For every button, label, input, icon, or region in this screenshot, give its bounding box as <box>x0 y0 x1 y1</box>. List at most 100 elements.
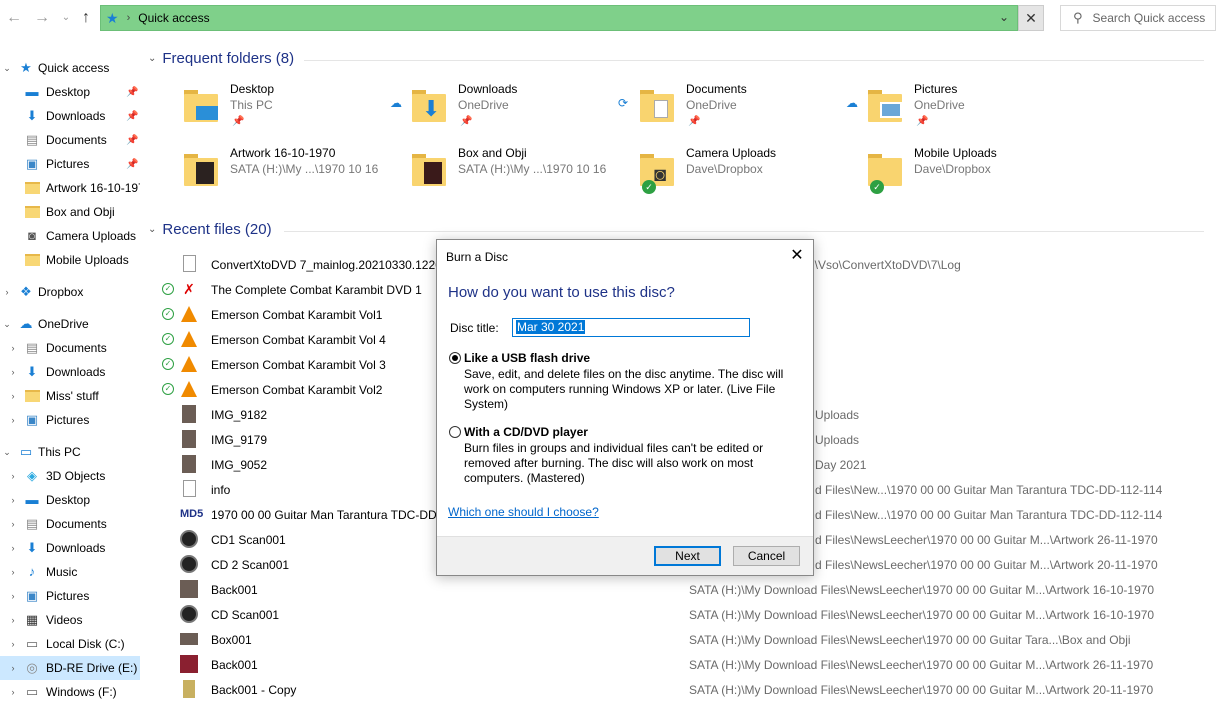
search-box[interactable]: ⚲ Search Quick access <box>1060 5 1216 31</box>
close-icon[interactable]: ✕ <box>785 244 809 268</box>
sidebar-item-artwork[interactable]: Artwork 16-10-1970 <box>0 176 140 200</box>
dialog-titlebar[interactable]: Burn a Disc ✕ <box>437 240 813 272</box>
file-location: SATA (H:)\My Download Files\NewsLeecher\… <box>689 633 1131 647</box>
disc-title-input[interactable]: Mar 30 2021 <box>512 318 750 337</box>
sidebar-item-onedrive-downloads[interactable]: › ⬇ Downloads <box>0 360 140 384</box>
collapse-chevron-icon[interactable]: ⌄ <box>148 53 156 64</box>
expand-chevron-icon[interactable]: › <box>8 367 18 377</box>
collapse-chevron-icon[interactable]: ⌄ <box>148 224 156 235</box>
collapse-chevron-icon[interactable]: ⌄ <box>2 447 12 458</box>
collapse-chevron-icon[interactable]: ⌄ <box>2 63 12 74</box>
hard-drive-icon: ▭ <box>25 684 39 699</box>
section-divider <box>304 60 1204 61</box>
sidebar-item-music[interactable]: › ♪ Music <box>0 560 140 584</box>
sidebar-item-pc-documents[interactable]: › ▤ Documents <box>0 512 140 536</box>
expand-chevron-icon[interactable]: › <box>8 471 18 481</box>
sidebar-item-pictures[interactable]: ▣ Pictures 📌 <box>0 152 140 176</box>
section-divider <box>284 231 1204 232</box>
address-bar[interactable]: ★ › Quick access ⌄ <box>100 5 1018 31</box>
usb-flash-drive-option-title[interactable]: Like a USB flash drive <box>464 351 590 365</box>
forward-arrow-icon[interactable]: → <box>32 8 52 28</box>
collapse-chevron-icon[interactable]: ⌄ <box>2 319 12 330</box>
sidebar-item-documents[interactable]: ▤ Documents 📌 <box>0 128 140 152</box>
folder-tile-box-and-obji[interactable]: Box and Obji SATA (H:)\My ...\1970 10 16 <box>412 142 640 198</box>
cd-dvd-player-radio[interactable] <box>449 426 461 438</box>
recent-locations-chevron-icon[interactable]: ⌄ <box>56 8 76 28</box>
sidebar-item-mobile-uploads[interactable]: Mobile Uploads <box>0 248 140 272</box>
expand-chevron-icon[interactable]: › <box>8 543 18 553</box>
expand-chevron-icon[interactable]: › <box>8 495 18 505</box>
folder-tile-camera-uploads[interactable]: ◙ ✓ Camera Uploads Dave\Dropbox <box>640 142 868 198</box>
synced-check-icon: ✓ <box>162 308 174 320</box>
image-thumbnail-icon <box>180 654 198 674</box>
sidebar-label: Documents <box>46 341 107 355</box>
download-arrow-icon: ⬇ <box>26 540 38 555</box>
sidebar-item-camera-uploads[interactable]: ◙ Camera Uploads <box>0 224 140 248</box>
address-dropdown-chevron-icon[interactable]: ⌄ <box>999 10 1009 24</box>
list-item[interactable]: Back001 SATA (H:)\My Download Files\News… <box>148 652 1216 677</box>
expand-chevron-icon[interactable]: › <box>8 639 18 649</box>
sidebar-label: Downloads <box>46 365 106 379</box>
sidebar-item-desktop[interactable]: ▬ Desktop 📌 <box>0 80 140 104</box>
back-arrow-icon[interactable]: ← <box>4 8 24 28</box>
sidebar-item-onedrive-documents[interactable]: › ▤ Documents <box>0 336 140 360</box>
sidebar-item-miss-stuff[interactable]: › Miss' stuff <box>0 384 140 408</box>
folder-tile-artwork[interactable]: Artwork 16-10-1970 SATA (H:)\My ...\1970… <box>184 142 412 198</box>
expand-chevron-icon[interactable]: › <box>8 519 18 529</box>
cancel-button[interactable]: Cancel <box>733 546 800 566</box>
sidebar-item-downloads[interactable]: ⬇ Downloads 📌 <box>0 104 140 128</box>
sidebar-label: Videos <box>46 613 83 627</box>
synced-check-icon: ✓ <box>162 333 174 345</box>
folder-tile-pictures[interactable]: ☁ Pictures OneDrive 📌 <box>846 78 1096 134</box>
list-item[interactable]: CD Scan001 SATA (H:)\My Download Files\N… <box>148 602 1216 627</box>
sidebar-item-onedrive-pictures[interactable]: › ▣ Pictures <box>0 408 140 432</box>
file-location: d Files\New...\1970 00 00 Guitar Man Tar… <box>815 483 1163 497</box>
address-clear-close-icon[interactable]: ✕ <box>1018 5 1044 31</box>
sidebar-item-local-disk[interactable]: › ▭ Local Disk (C:) <box>0 632 140 656</box>
sidebar-item-box-and-obji[interactable]: Box and Obji <box>0 200 140 224</box>
up-arrow-icon[interactable]: ↑ <box>76 8 96 28</box>
expand-chevron-icon[interactable]: › <box>2 287 12 297</box>
folder-tile-desktop[interactable]: Desktop This PC 📌 <box>184 78 412 134</box>
desktop-icon: ▬ <box>25 492 39 507</box>
list-item[interactable]: Back001 SATA (H:)\My Download Files\News… <box>148 577 1216 602</box>
which-one-help-link[interactable]: Which one should I choose? <box>448 505 599 519</box>
sidebar-item-pc-downloads[interactable]: › ⬇ Downloads <box>0 536 140 560</box>
sidebar-item-this-pc[interactable]: ⌄ ▭ This PC <box>0 440 140 464</box>
folder-icon <box>640 86 676 122</box>
expand-chevron-icon[interactable]: › <box>8 567 18 577</box>
expand-chevron-icon[interactable]: › <box>8 663 18 673</box>
sidebar-item-onedrive[interactable]: ⌄ ☁ OneDrive <box>0 312 140 336</box>
sidebar-item-bd-re-drive[interactable]: › ◎ BD-RE Drive (E:) <box>0 656 140 680</box>
image-thumbnail-icon <box>180 579 198 599</box>
quick-access-star-icon: ★ <box>106 9 119 26</box>
cd-dvd-player-option-title[interactable]: With a CD/DVD player <box>464 425 588 439</box>
sidebar-item-pc-desktop[interactable]: › ▬ Desktop <box>0 488 140 512</box>
expand-chevron-icon[interactable]: › <box>8 615 18 625</box>
expand-chevron-icon[interactable]: › <box>8 591 18 601</box>
cloud-status-icon: ☁ <box>390 96 402 110</box>
list-item[interactable]: Back001 - Copy SATA (H:)\My Download Fil… <box>148 677 1216 702</box>
usb-flash-drive-radio[interactable] <box>449 352 461 364</box>
expand-chevron-icon[interactable]: › <box>8 415 18 425</box>
sidebar-item-pc-pictures[interactable]: › ▣ Pictures <box>0 584 140 608</box>
folder-tile-downloads[interactable]: ☁ ⬇ Downloads OneDrive 📌 <box>390 78 640 134</box>
folder-tile-documents[interactable]: ⟳ Documents OneDrive 📌 <box>618 78 868 134</box>
list-item[interactable]: Box001 SATA (H:)\My Download Files\NewsL… <box>148 627 1216 652</box>
sidebar-item-dropbox[interactable]: › ❖ Dropbox <box>0 280 140 304</box>
sidebar-item-videos[interactable]: › ▦ Videos <box>0 608 140 632</box>
frequent-folders-header[interactable]: ⌄ Frequent folders (8) <box>148 50 294 67</box>
folder-tile-mobile-uploads[interactable]: ✓ Mobile Uploads Dave\Dropbox <box>868 142 1096 198</box>
expand-chevron-icon[interactable]: › <box>8 343 18 353</box>
next-button[interactable]: Next <box>654 546 721 566</box>
breadcrumb-separator-icon[interactable]: › <box>127 12 131 24</box>
expand-chevron-icon[interactable]: › <box>8 391 18 401</box>
sidebar-item-3d-objects[interactable]: › ◈ 3D Objects <box>0 464 140 488</box>
file-name: Box001 <box>211 633 252 647</box>
recent-files-header[interactable]: ⌄ Recent files (20) <box>148 221 272 238</box>
expand-chevron-icon[interactable]: › <box>8 687 18 697</box>
sidebar-item-quick-access[interactable]: ⌄ ★ Quick access <box>0 56 140 80</box>
sidebar-item-windows-drive[interactable]: › ▭ Windows (F:) <box>0 680 140 704</box>
breadcrumb-quick-access[interactable]: Quick access <box>138 11 209 25</box>
pictures-icon: ▣ <box>25 156 39 171</box>
